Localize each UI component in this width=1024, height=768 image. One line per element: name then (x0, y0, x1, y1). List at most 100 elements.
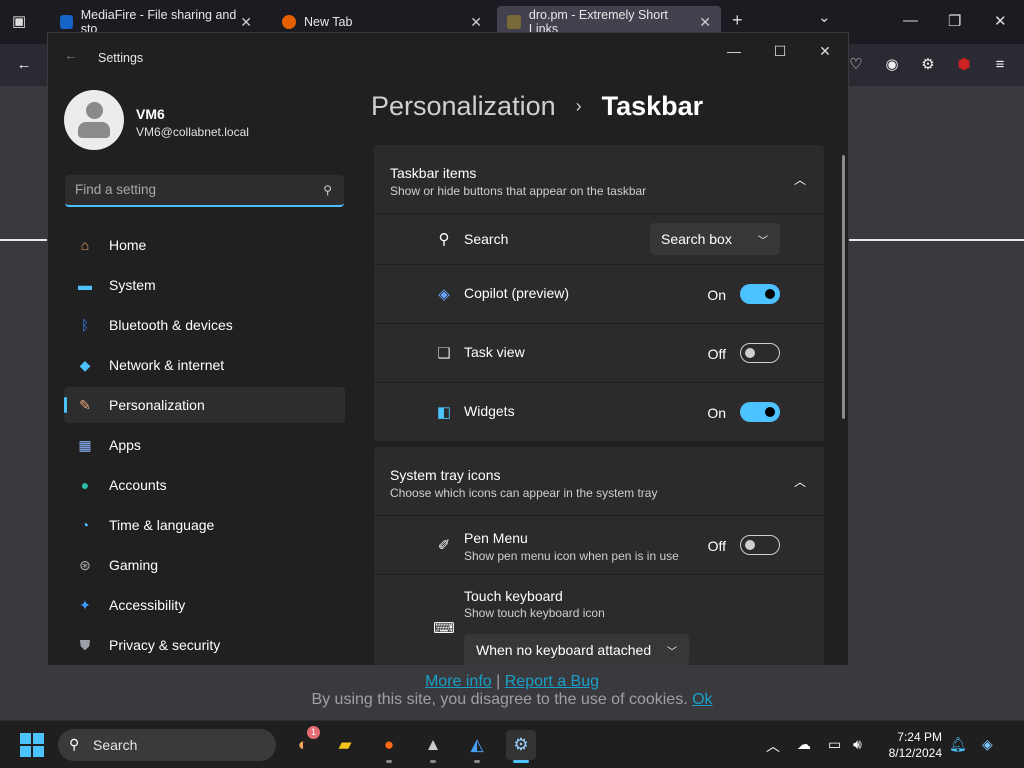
row-sublabel: Show touch keyboard icon (464, 606, 605, 620)
menu-icon[interactable]: ≡ (990, 55, 1010, 75)
nav-item-home[interactable]: ⌂ Home (64, 227, 345, 263)
maximize-icon[interactable]: ☐ (770, 41, 790, 61)
nav-item-personalization[interactable]: ✎ Personalization (64, 387, 345, 423)
minimize-icon[interactable]: — (903, 12, 918, 29)
notification-badge: 1 (307, 726, 320, 739)
cookie-ok-link[interactable]: Ok (692, 691, 712, 708)
nav-label: Personalization (109, 397, 205, 413)
chevron-up-icon[interactable]: ︿ (766, 736, 780, 756)
copilot-toggle[interactable] (740, 284, 780, 304)
clock-date: 8/12/2024 (888, 746, 942, 760)
nav-item-accounts[interactable]: ● Accounts (64, 467, 345, 503)
file-explorer-icon[interactable]: ▰ (330, 730, 360, 760)
task-view-toggle[interactable] (740, 343, 780, 363)
breadcrumb: Personalization › Taskbar (371, 91, 703, 122)
chevron-up-icon[interactable]: ︿ (794, 473, 806, 490)
row-label: Pen Menu (464, 530, 528, 546)
notification-bell-icon[interactable]: 🔔︎ (949, 736, 967, 753)
taskbar-clock[interactable]: 7:24 PM 8/12/2024 (880, 729, 942, 761)
nav-item-time-language[interactable]: ◔ Time & language (64, 507, 345, 543)
tab-list-icon[interactable]: ▣ (12, 12, 26, 30)
nav-label: Time & language (109, 517, 215, 533)
back-arrow-icon[interactable]: ← (64, 47, 78, 63)
network-icon: ◆ (79, 356, 91, 373)
running-indicator (474, 760, 480, 763)
touch-keyboard-dropdown[interactable]: When no keyboard attached ﹀ (464, 634, 689, 665)
close-tab-icon[interactable]: ✕ (699, 14, 711, 31)
page-title: Taskbar (601, 91, 704, 121)
more-info-link[interactable]: More info (425, 673, 492, 690)
taskbar-search[interactable]: ⚲ Search (58, 729, 276, 761)
nav-label: Accounts (109, 477, 167, 493)
nav-item-apps[interactable]: ▦ Apps (64, 427, 345, 463)
settings-search-box[interactable]: ⚲ (65, 175, 344, 207)
extensions-icon[interactable]: ⚙ (918, 55, 938, 75)
account-icon[interactable]: ◉ (882, 55, 902, 75)
close-tab-icon[interactable]: ✕ (240, 14, 252, 31)
widgets-taskbar-icon[interactable]: ◐ 1 (288, 726, 320, 760)
tab-overflow-icon[interactable]: ⌄ (818, 8, 831, 26)
nav-item-system[interactable]: ▬ System (64, 267, 345, 303)
copilot-icon[interactable]: ◈ (982, 736, 993, 753)
settings-window: ← Settings — ☐ ✕ VM6 VM6@collabnet.local… (47, 32, 849, 666)
pen-menu-toggle[interactable] (740, 535, 780, 555)
breadcrumb-parent[interactable]: Personalization (371, 91, 556, 122)
toggle-state: Off (707, 346, 726, 362)
editor-app-icon[interactable]: ◭ (462, 730, 492, 760)
content-scrollbar[interactable] (842, 155, 845, 419)
widgets-toggle[interactable] (740, 402, 780, 422)
network-icon[interactable]: ▭ (828, 736, 841, 753)
avatar-head (86, 102, 103, 119)
pen-menu-row: ✐ Pen Menu Show pen menu icon when pen i… (374, 516, 824, 574)
system-tray-header[interactable]: System tray icons Choose which icons can… (374, 447, 824, 515)
nav-item-gaming[interactable]: ⊛ Gaming (64, 547, 345, 583)
home-icon: ⌂ (80, 237, 90, 253)
start-logo-tile (20, 733, 31, 744)
active-indicator (513, 760, 529, 763)
clock-time: 7:24 PM (897, 730, 942, 744)
nav-label: Gaming (109, 557, 159, 573)
nav-item-network[interactable]: ◆ Network & internet (64, 347, 345, 383)
search-icon: ⚲ (69, 736, 80, 752)
firefox-icon[interactable]: ● (374, 730, 404, 760)
taskbar-search-label: Search (93, 737, 138, 753)
settings-search-input[interactable] (75, 182, 305, 197)
toggle-state: On (707, 287, 726, 303)
volume-icon[interactable]: 🔊︎ (853, 736, 862, 753)
nav-item-accessibility[interactable]: ✦ Accessibility (64, 587, 345, 623)
close-window-icon[interactable]: ✕ (994, 12, 1007, 30)
row-label: Widgets (464, 403, 515, 419)
minimize-icon[interactable]: — (724, 41, 744, 61)
pen-icon: ✐ (437, 537, 451, 554)
chevron-up-icon[interactable]: ︿ (794, 171, 806, 188)
ublock-icon[interactable]: ⬢ (954, 55, 974, 75)
dropdown-value: Search box (661, 231, 732, 247)
settings-taskbar-icon[interactable]: ⚙ (506, 730, 536, 760)
profile-email: VM6@collabnet.local (136, 125, 249, 139)
gaming-icon: ⊛ (79, 556, 91, 573)
accounts-icon: ● (80, 477, 90, 493)
taskbar-items-header[interactable]: Taskbar items Show or hide buttons that … (374, 145, 824, 213)
search-mode-dropdown[interactable]: Search box ﹀ (650, 223, 780, 255)
touch-keyboard-row: ⌨ Touch keyboard Show touch keyboard ico… (374, 575, 824, 665)
nav-label: System (109, 277, 156, 293)
cloud-icon[interactable]: ☁ (797, 736, 811, 753)
copilot-icon: ◈ (438, 286, 450, 303)
search-row: ⚲ Search Search box ﹀ (374, 214, 824, 264)
close-tab-icon[interactable]: ✕ (470, 14, 482, 31)
app-icon[interactable]: ▲ (418, 730, 448, 760)
close-icon[interactable]: ✕ (815, 41, 835, 61)
row-label: Task view (464, 344, 525, 360)
start-button[interactable] (20, 733, 44, 757)
restore-icon[interactable]: ❐ (948, 12, 961, 30)
row-sublabel: Show pen menu icon when pen is in use (464, 549, 679, 563)
nav-label: Apps (109, 437, 141, 453)
pocket-icon[interactable]: ♡ (846, 55, 866, 75)
nav-item-privacy[interactable]: ⛊ Privacy & security (64, 627, 345, 663)
link-separator: | (496, 673, 501, 690)
new-tab-icon[interactable]: + (732, 10, 743, 31)
nav-item-bluetooth[interactable]: ᛒ Bluetooth & devices (64, 307, 345, 343)
back-icon[interactable]: ← (14, 55, 34, 75)
report-bug-link[interactable]: Report a Bug (505, 673, 599, 690)
avatar[interactable] (64, 90, 124, 150)
